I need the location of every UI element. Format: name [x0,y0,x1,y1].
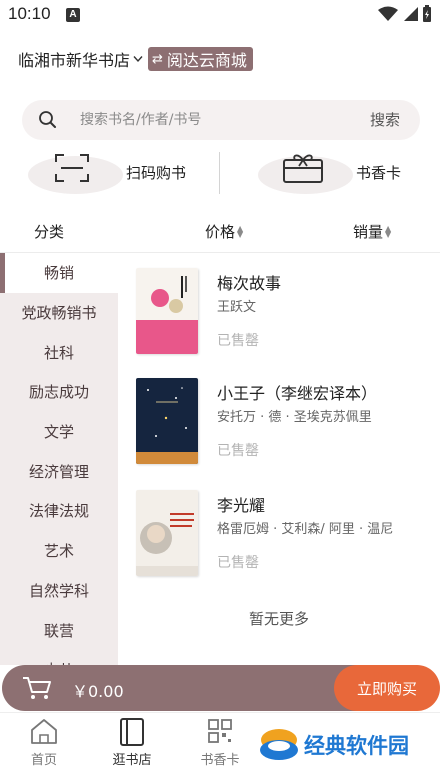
sort-price[interactable]: 价格 ▲ ▼ [205,221,243,242]
watermark-logo [260,729,298,760]
category-sidebar: 畅销 党政畅销书 社科 励志成功 文学 经济管理 法律法规 艺术 自然学科 联营… [0,253,118,665]
book-cover [136,378,198,464]
switch-store-button[interactable]: ⇄ 阅达云商城 [148,47,253,71]
category-item[interactable]: 经济管理 [0,451,118,491]
tab-bookstore-label: 逛书店 [112,753,152,768]
book-cover [136,268,198,354]
book-cover [136,490,198,576]
watermark-text: 经典软件园 [304,734,409,758]
book-item[interactable]: 李光耀 格雷厄姆 · 艾利森/ 阿里 · 温尼 已售罄 [136,490,426,586]
signal-icon [404,7,418,21]
book-author: 格雷厄姆 · 艾利森/ 阿里 · 温尼 [217,522,394,537]
book-item[interactable]: 梅次故事 王跃文 已售罄 [136,268,426,364]
list-end-text: 暂无更多 [248,610,309,628]
book-title[interactable]: 李光耀 [217,492,265,516]
sort-bar: 分类 价格 ▲ ▼ 销量 ▲ ▼ [0,218,440,244]
status-bar: 10:10 A [0,0,440,32]
category-item-active[interactable]: 畅销 [0,253,118,293]
sort-sales-label: 销量 [353,223,384,241]
category-item[interactable]: 法律法规 [0,491,118,531]
home-icon [31,719,57,744]
category-item[interactable]: 社科 [0,332,118,372]
gift-card-button[interactable]: 书香卡 [258,148,418,194]
tab-bookstore[interactable]: 逛书店 [92,713,172,770]
swap-icon: ⇄ [152,51,163,67]
buy-now-button[interactable]: 立即购买 [334,665,440,711]
gift-card-icon [283,154,323,183]
status-time: 10:10 [8,4,51,23]
sort-price-label: 价格 [205,223,236,241]
search-input[interactable] [80,100,350,140]
category-item[interactable]: 艺术 [0,531,118,571]
search-bar[interactable]: 搜索 [22,100,420,140]
category-item[interactable]: 自然学科 [0,571,118,611]
tab-card-label: 书香卡 [200,753,240,768]
book-title[interactable]: 小王子（李继宏译本） [217,380,377,404]
sort-arrows-icon: ▲ ▼ [237,223,244,239]
book-status: 已售罄 [217,555,259,571]
book-author: 安托万 · 德 · 圣埃克苏佩里 [217,410,372,425]
category-item[interactable]: 党政畅销书 [0,293,118,333]
search-icon [39,111,56,128]
store-name[interactable]: 临湘市新华书店 [18,47,130,71]
battery-icon [423,5,431,22]
scan-buy-label: 扫码购书 [126,164,187,182]
switch-store-label: 阅达云商城 [166,51,247,70]
category-item[interactable]: 少儿 [0,650,118,665]
category-item[interactable]: 联营 [0,610,118,650]
search-button[interactable]: 搜索 [370,109,400,130]
scan-buy-button[interactable]: 扫码购书 [28,148,208,194]
book-title[interactable]: 梅次故事 [217,270,281,294]
quick-divider [219,152,220,194]
status-icons [378,5,432,23]
tab-home-label: 首页 [30,753,57,768]
chevron-down-icon[interactable] [133,55,143,63]
cart-total: ￥0.00 [72,682,124,701]
notification-icon: A [66,8,80,22]
category-tab[interactable]: 分类 [34,221,64,242]
store-selector[interactable]: 临湘市新华书店 ⇄ 阅达云商城 [18,46,253,72]
scan-icon [55,154,89,182]
tab-home[interactable]: 首页 [4,713,84,770]
tab-card[interactable]: 书香卡 [180,713,260,770]
book-item[interactable]: 小王子（李继宏译本） 安托万 · 德 · 圣埃克苏佩里 已售罄 [136,378,426,474]
book-icon [120,718,144,746]
book-status: 已售罄 [217,333,259,349]
sort-sales[interactable]: 销量 ▲ ▼ [353,221,391,242]
wifi-icon [378,6,398,21]
cart-summary[interactable]: ￥0.00 [2,665,372,711]
gift-card-label: 书香卡 [356,164,402,182]
category-item[interactable]: 文学 [0,412,118,452]
cart-bar: ￥0.00 立即购买 [0,665,440,711]
watermark: 经典软件园 [254,720,440,770]
cart-icon [23,677,51,699]
book-author: 王跃文 [217,300,257,315]
sort-arrows-icon: ▲ ▼ [385,223,392,239]
book-status: 已售罄 [217,443,259,459]
category-item[interactable]: 励志成功 [0,372,118,412]
qr-icon [208,719,232,743]
